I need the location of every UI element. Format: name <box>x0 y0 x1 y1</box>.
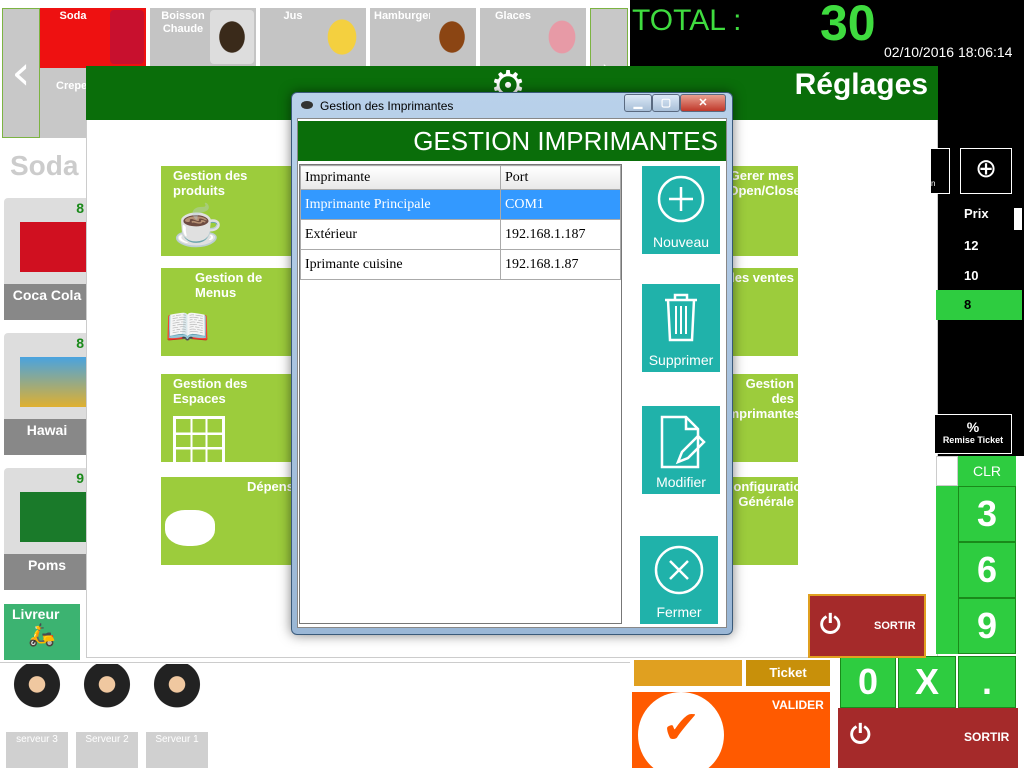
supprimer-button[interactable]: Supprimer <box>642 284 720 372</box>
add-circle-icon <box>657 175 705 223</box>
product-hawai[interactable]: 8 Hawai <box>4 333 90 455</box>
category-soda[interactable]: Soda <box>40 8 146 68</box>
waiter-icon <box>6 664 68 732</box>
nouveau-button[interactable]: Nouveau <box>642 166 720 254</box>
trash-icon <box>665 293 697 342</box>
product-coca-cola[interactable]: 8 Coca Cola <box>4 198 90 320</box>
key-0[interactable]: 0 <box>840 656 896 708</box>
dialog-header: GESTION IMPRIMANTES <box>298 121 726 161</box>
price-row[interactable]: 10 <box>964 268 978 283</box>
add-circle-icon[interactable]: ⊕ <box>960 148 1012 194</box>
column-port[interactable]: Port <box>500 165 621 190</box>
total-label: TOTAL : <box>632 4 742 37</box>
modifier-button[interactable]: Modifier <box>642 406 720 494</box>
ticket-panel <box>936 66 1024 456</box>
right-side-button[interactable]: n <box>930 148 950 194</box>
sortir-button-2[interactable]: ⏻ SORTIR <box>838 708 1018 768</box>
waiter-icon <box>146 664 208 732</box>
poms-logo <box>20 492 90 542</box>
keypad-column[interactable] <box>936 486 958 654</box>
category-glaces[interactable]: Glaces <box>480 8 586 68</box>
pineapple-icon <box>320 10 364 64</box>
section-title: Soda <box>10 150 79 181</box>
settings-title: Réglages <box>794 68 928 101</box>
key-dot[interactable]: . <box>958 656 1016 708</box>
edit-document-icon <box>660 415 706 469</box>
price-row[interactable]: 12 <box>964 238 978 253</box>
close-icon[interactable]: ✕ <box>680 94 726 112</box>
tile-gestion-menus[interactable]: Gestion de Menus 📖 <box>161 268 299 356</box>
chevron-left-icon[interactable]: ‹ <box>2 8 40 138</box>
table-header-row: Imprimante Port <box>300 165 621 190</box>
waiter-icon <box>76 664 138 732</box>
fermer-button[interactable]: Fermer <box>640 536 718 624</box>
valider-button[interactable]: ✔ VALIDER <box>632 692 830 778</box>
key-6[interactable]: 6 <box>958 542 1016 598</box>
printer-name: Extérieur <box>300 219 501 250</box>
window-app-icon <box>301 101 313 109</box>
product-poms[interactable]: 9 Poms <box>4 468 90 590</box>
server-2[interactable]: Serveur 2 <box>76 664 138 768</box>
remise-ticket-button[interactable]: % Remise Ticket <box>934 414 1012 454</box>
coca-cola-logo <box>20 222 90 272</box>
ice-cream-icon <box>540 10 584 64</box>
printer-name: Imprimante Principale <box>300 189 501 220</box>
scrollbar[interactable] <box>1014 208 1022 230</box>
minimize-icon[interactable]: ▁ <box>624 94 652 112</box>
tile-gestion-espaces[interactable]: Gestion des Espaces <box>161 374 299 466</box>
bag-button[interactable] <box>634 660 742 686</box>
livreur-button[interactable]: Livreur 🛵 <box>4 604 80 660</box>
key-9[interactable]: 9 <box>958 598 1016 654</box>
cup-icon: ☕ <box>173 204 223 248</box>
maximize-icon[interactable]: ▢ <box>652 94 680 112</box>
keypad-display <box>936 456 958 486</box>
datetime: 02/10/2016 18:06:14 <box>884 44 1013 60</box>
close-circle-icon <box>654 545 704 595</box>
column-imprimante[interactable]: Imprimante <box>300 165 501 190</box>
grid-icon <box>173 416 225 466</box>
check-icon: ✔ <box>638 692 724 778</box>
server-3[interactable]: serveur 3 <box>6 664 68 768</box>
hawai-logo <box>20 357 90 407</box>
book-icon: 📖 <box>165 306 210 347</box>
key-3[interactable]: 3 <box>958 486 1016 542</box>
percent-badge-icon: % <box>966 419 980 435</box>
burger-icon <box>430 10 474 64</box>
ticket-button[interactable]: Ticket <box>746 660 830 686</box>
scooter-icon: 🛵 <box>28 622 56 647</box>
clr-button[interactable]: CLR <box>958 456 1016 486</box>
prix-header: Prix <box>964 206 989 221</box>
power-icon: ⏻ <box>850 720 871 750</box>
server-1[interactable]: Serveur 1 <box>146 664 208 768</box>
printer-port: 192.168.1.187 <box>500 219 621 250</box>
purse-icon <box>165 510 215 546</box>
total-value: 30 <box>820 0 876 51</box>
category-hamburger[interactable]: Hamburger <box>370 8 476 68</box>
table-row-selected[interactable]: Imprimante Principale COM1 <box>300 189 621 220</box>
printer-port: COM1 <box>500 189 621 220</box>
coffee-glass-icon <box>210 10 254 64</box>
category-boisson-chaude[interactable]: Boisson Chaude <box>150 8 256 68</box>
printer-table: Imprimante Port Imprimante Principale CO… <box>299 164 622 624</box>
printer-name: Iprimante cuisine <box>300 249 501 280</box>
key-x[interactable]: X <box>898 656 956 708</box>
price-row-selected[interactable]: 8 <box>936 290 1022 320</box>
category-jus[interactable]: Jus <box>260 8 366 68</box>
coca-cola-can-icon <box>110 10 144 64</box>
table-row[interactable]: Iprimante cuisine 192.168.1.87 <box>300 249 621 280</box>
table-row[interactable]: Extérieur 192.168.1.187 <box>300 219 621 250</box>
tile-gestion-produits[interactable]: Gestion des produits ☕ <box>161 166 299 256</box>
power-icon: ⏻ <box>820 610 841 640</box>
printer-port: 192.168.1.87 <box>500 249 621 280</box>
sortir-button[interactable]: ⏻ SORTIR <box>808 594 926 658</box>
dialog-title: Gestion des Imprimantes <box>320 99 454 113</box>
